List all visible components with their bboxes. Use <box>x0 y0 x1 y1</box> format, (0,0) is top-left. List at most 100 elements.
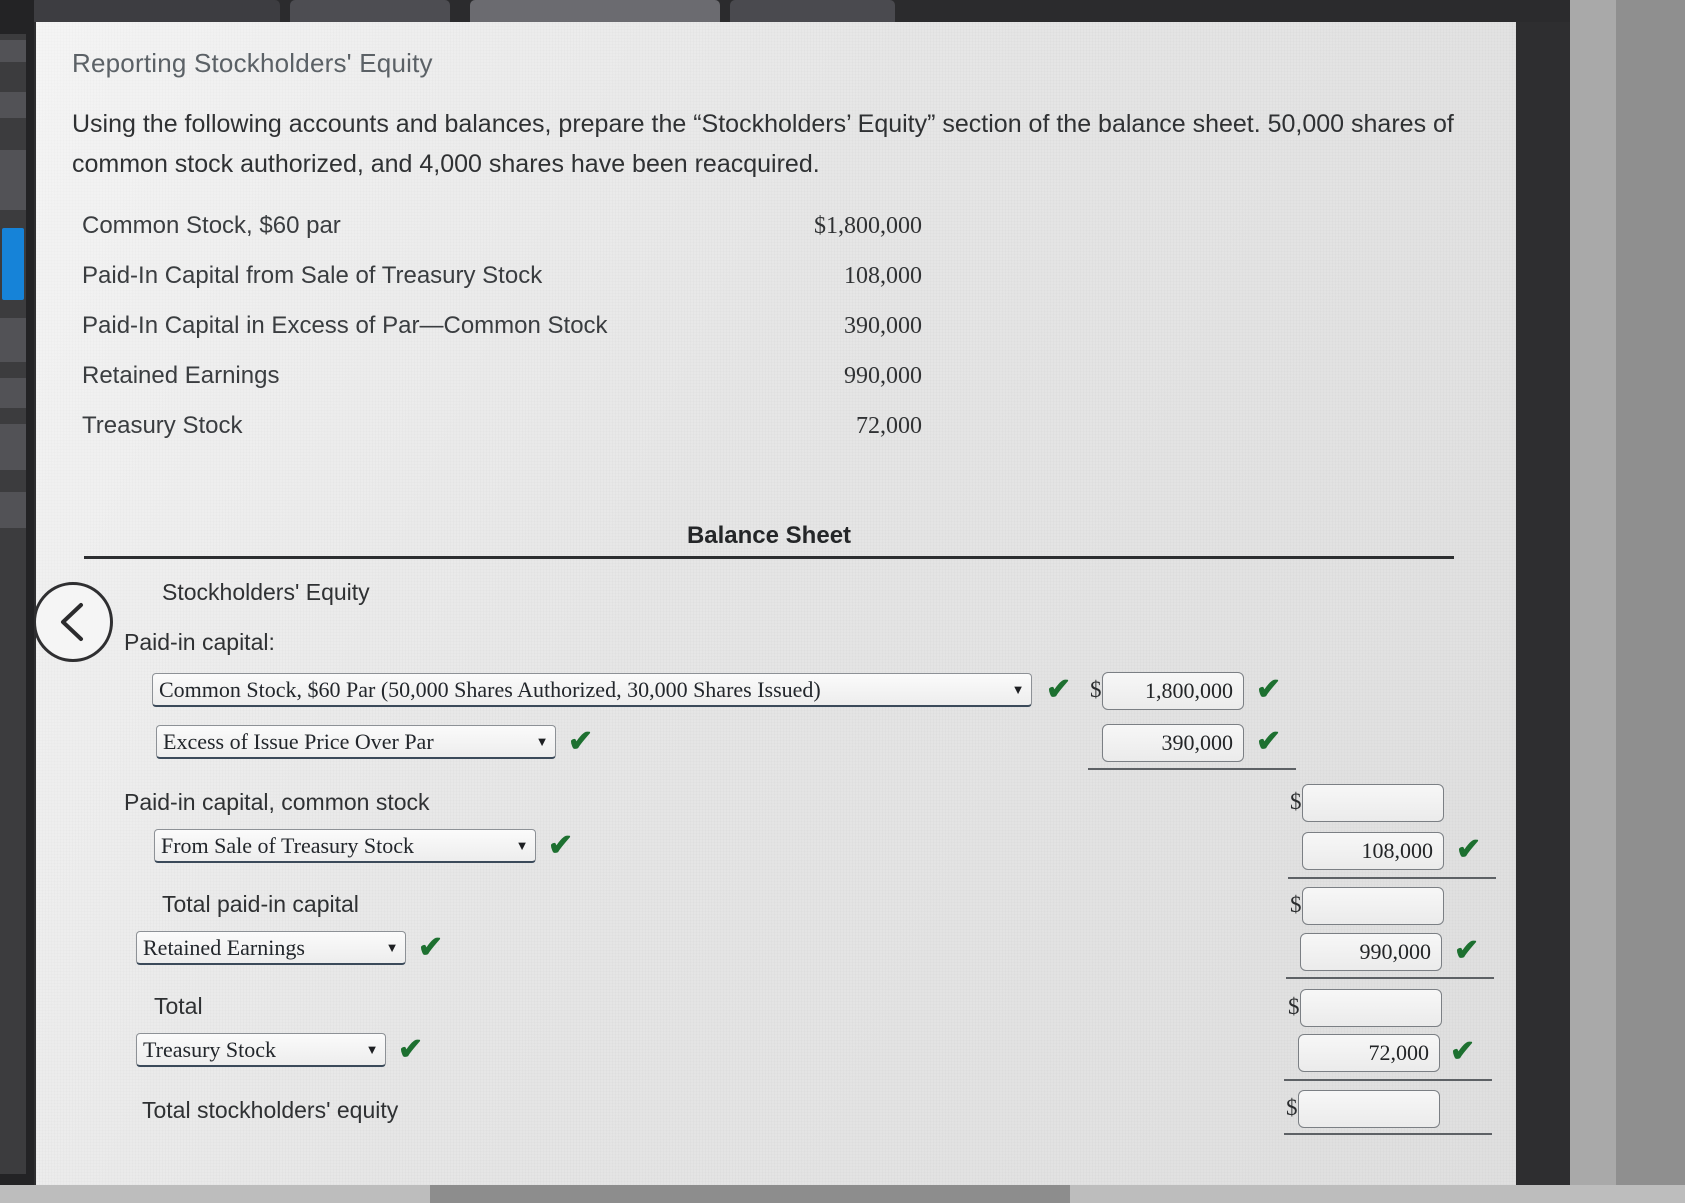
account-amount: 72,000 <box>856 413 922 439</box>
left-chrome-panel <box>0 0 34 1203</box>
chevron-down-icon: ▼ <box>365 1041 379 1057</box>
browser-tab[interactable] <box>30 0 280 22</box>
account-name: Retained Earnings <box>82 362 280 389</box>
total-paid-in-capital-input[interactable] <box>1302 887 1444 925</box>
scrollbar-thumb[interactable] <box>2 228 24 300</box>
row-total-stockholders-equity: Total stockholders' equity $ <box>84 1083 1492 1139</box>
total-input[interactable] <box>1300 989 1442 1027</box>
currency-symbol: $ <box>1090 677 1102 702</box>
paid-in-capital-label: Paid-in capital: <box>124 629 275 655</box>
table-row: Retained Earnings 990,000 <box>82 362 922 412</box>
grand-total-rule <box>1284 1133 1492 1135</box>
subtotal-rule <box>1088 768 1296 770</box>
browser-tab[interactable] <box>290 0 450 22</box>
row-retained-earnings: Retained Earnings ▼ ✔ 990,000 ✔ <box>84 929 1494 981</box>
retained-earnings-select-value: Retained Earnings <box>143 934 305 960</box>
right-chrome-inner <box>1570 0 1616 1203</box>
paid-in-capital-common-total-input[interactable] <box>1302 784 1444 822</box>
check-icon: ✔ <box>1256 673 1282 706</box>
check-icon: ✔ <box>568 725 594 758</box>
common-stock-select[interactable]: Common Stock, $60 Par (50,000 Shares Aut… <box>152 673 1032 707</box>
row-from-sale-of-treasury-stock: From Sale of Treasury Stock ▼ ✔ 108,000 … <box>84 827 1496 879</box>
table-row: Paid-In Capital from Sale of Treasury St… <box>82 262 922 312</box>
common-stock-select-value: Common Stock, $60 Par (50,000 Shares Aut… <box>159 676 821 702</box>
balance-sheet-title: Balance Sheet <box>686 522 852 549</box>
check-icon: ✔ <box>1454 934 1480 967</box>
account-amount: 108,000 <box>844 263 922 289</box>
bottom-chrome-segment <box>430 1185 1070 1203</box>
screenshot-root: Reporting Stockholders' Equity Using the… <box>0 0 1685 1203</box>
total-paid-in-capital-label: Total paid-in capital <box>162 891 359 917</box>
right-chrome-panel <box>1570 0 1685 1203</box>
chrome-stripe <box>0 492 26 528</box>
total-stockholders-equity-label: Total stockholders' equity <box>142 1097 399 1123</box>
chrome-stripe <box>0 40 26 62</box>
excess-amount-input[interactable]: 390,000 <box>1102 724 1244 762</box>
check-icon: ✔ <box>548 829 574 862</box>
currency-symbol: $ <box>1290 892 1302 917</box>
check-icon: ✔ <box>1456 833 1482 866</box>
row-common-stock: Common Stock, $60 Par (50,000 Shares Aut… <box>84 671 1464 723</box>
check-icon: ✔ <box>418 931 444 964</box>
row-paid-in-capital-common-stock: Paid-in capital, common stock $ <box>84 773 1464 827</box>
account-amount: $1,800,000 <box>814 213 922 239</box>
subtotal-rule <box>1284 1079 1492 1081</box>
excess-of-issue-price-select[interactable]: Excess of Issue Price Over Par ▼ <box>156 725 556 759</box>
chevron-down-icon: ▼ <box>1011 681 1025 697</box>
account-name: Paid-In Capital from Sale of Treasury St… <box>82 262 543 289</box>
row-treasury-stock: Treasury Stock ▼ ✔ 72,000 ✔ <box>84 1031 1492 1083</box>
account-name: Paid-In Capital in Excess of Par—Common … <box>82 312 608 339</box>
back-navigation-button[interactable] <box>36 582 113 662</box>
chevron-down-icon: ▼ <box>515 837 529 853</box>
from-sale-of-treasury-stock-select[interactable]: From Sale of Treasury Stock ▼ <box>154 829 536 863</box>
row-excess-of-issue-price: Excess of Issue Price Over Par ▼ ✔ 390,0… <box>84 723 1464 773</box>
chrome-stripe <box>0 318 26 362</box>
from-sale-select-value: From Sale of Treasury Stock <box>161 832 414 858</box>
browser-tab-active[interactable] <box>470 0 720 22</box>
currency-symbol: $ <box>1288 994 1300 1019</box>
question-page: Reporting Stockholders' Equity Using the… <box>36 22 1516 1185</box>
check-icon: ✔ <box>398 1033 424 1066</box>
treasury-stock-amount-input[interactable]: 72,000 <box>1298 1034 1440 1072</box>
retained-earnings-amount-input[interactable]: 990,000 <box>1300 933 1442 971</box>
treasury-stock-select-value: Treasury Stock <box>143 1036 277 1062</box>
chrome-stripe <box>0 424 26 470</box>
chevron-left-icon <box>61 603 83 641</box>
account-amount: 390,000 <box>844 313 922 339</box>
table-row: Common Stock, $60 par $1,800,000 <box>82 212 922 262</box>
bottom-chrome-bar <box>0 1185 1685 1203</box>
row-total-paid-in-capital: Total paid-in capital $ <box>84 879 1464 929</box>
check-icon: ✔ <box>1450 1035 1476 1068</box>
account-name: Common Stock, $60 par <box>82 212 341 239</box>
currency-symbol: $ <box>1290 789 1302 814</box>
chrome-stripe <box>0 92 26 118</box>
question-prompt: Using the following accounts and balance… <box>72 110 1454 178</box>
balance-sheet-form: Balance Sheet Stockholders' Equity Paid-… <box>84 522 1496 1139</box>
chrome-stripe <box>0 150 26 210</box>
currency-symbol: $ <box>1286 1095 1298 1120</box>
retained-earnings-select[interactable]: Retained Earnings ▼ <box>136 931 406 965</box>
row-total: Total $ <box>84 981 1464 1031</box>
from-sale-amount-input[interactable]: 108,000 <box>1302 832 1444 870</box>
chrome-stripe <box>0 378 26 408</box>
page-title: Reporting Stockholders' Equity <box>72 48 433 78</box>
given-accounts-table: Common Stock, $60 par $1,800,000 Paid-In… <box>82 212 922 462</box>
table-row: Treasury Stock 72,000 <box>82 412 922 462</box>
account-name: Treasury Stock <box>82 412 243 439</box>
balance-sheet-divider <box>84 556 1454 559</box>
browser-tab[interactable] <box>730 0 895 22</box>
treasury-stock-select[interactable]: Treasury Stock ▼ <box>136 1033 386 1067</box>
check-icon: ✔ <box>1046 673 1072 706</box>
total-label: Total <box>154 993 203 1019</box>
excess-select-value: Excess of Issue Price Over Par <box>163 728 434 754</box>
row-section-heading: Stockholders' Equity <box>84 571 1464 621</box>
row-paid-in-capital-label: Paid-in capital: <box>84 621 1464 671</box>
subtotal-rule <box>1286 977 1494 979</box>
common-stock-amount-input[interactable]: 1,800,000 <box>1102 672 1244 710</box>
check-icon: ✔ <box>1256 725 1282 758</box>
total-stockholders-equity-input[interactable] <box>1298 1090 1440 1128</box>
account-amount: 990,000 <box>844 363 922 389</box>
browser-tab-strip <box>0 0 1685 22</box>
table-row: Paid-In Capital in Excess of Par—Common … <box>82 312 922 362</box>
paid-in-capital-common-stock-label: Paid-in capital, common stock <box>124 789 430 815</box>
